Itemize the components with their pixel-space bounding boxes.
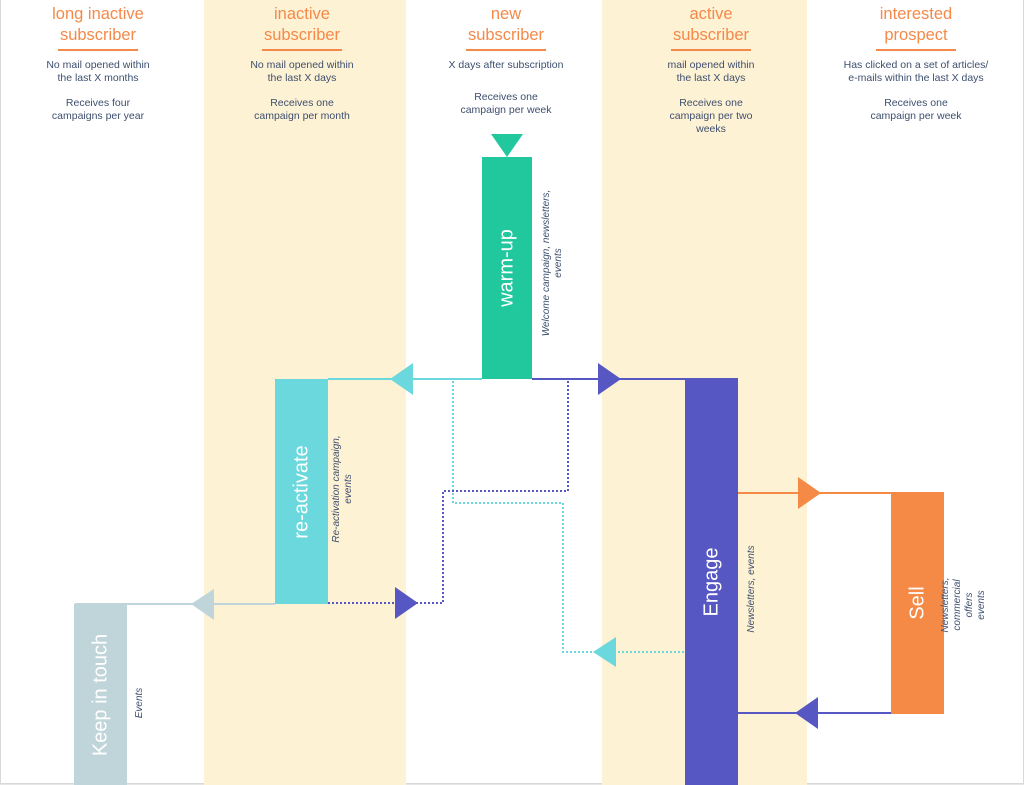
stage-engage[interactable]: Engage xyxy=(685,378,738,785)
stage-label: Sell xyxy=(906,586,928,620)
arrow-left-icon xyxy=(390,363,413,395)
arrow-right-icon xyxy=(598,363,621,395)
stage-note-warmup: Welcome campaign, newsletters, events xyxy=(541,189,564,337)
stage-label: Keep in touch xyxy=(89,633,111,756)
stage-label: re-activate xyxy=(290,444,312,539)
arrow-left-icon xyxy=(795,697,818,729)
flow-connectors xyxy=(75,134,892,729)
diagram-canvas: long inactive subscriber No mail opened w… xyxy=(0,0,1024,785)
stage-keep-in-touch[interactable]: Keep in touch xyxy=(74,604,127,785)
stage-note-engage: Newsletters, events xyxy=(746,545,757,633)
stage-label: warm-up xyxy=(495,229,518,307)
flow-dotted-cyan xyxy=(452,381,686,653)
stage-sell[interactable]: Sell xyxy=(891,492,944,714)
arrow-right-icon xyxy=(798,477,821,509)
stage-note-sell: Newsletters, commercial offers events xyxy=(940,577,987,633)
arrow-left-icon xyxy=(191,589,214,620)
stage-reactivate[interactable]: re-activate xyxy=(275,379,328,604)
stage-label: Engage xyxy=(700,547,722,616)
flow-dotted-purple xyxy=(328,381,569,604)
stage-note-reactivate: Re-activation campaign, events xyxy=(331,435,354,543)
stage-note-keep: Events xyxy=(134,687,145,719)
stage-warmup[interactable]: warm-up xyxy=(482,157,532,379)
arrow-left-icon xyxy=(593,637,616,667)
arrow-right-icon xyxy=(395,587,418,619)
entry-arrow-icon xyxy=(491,134,523,157)
